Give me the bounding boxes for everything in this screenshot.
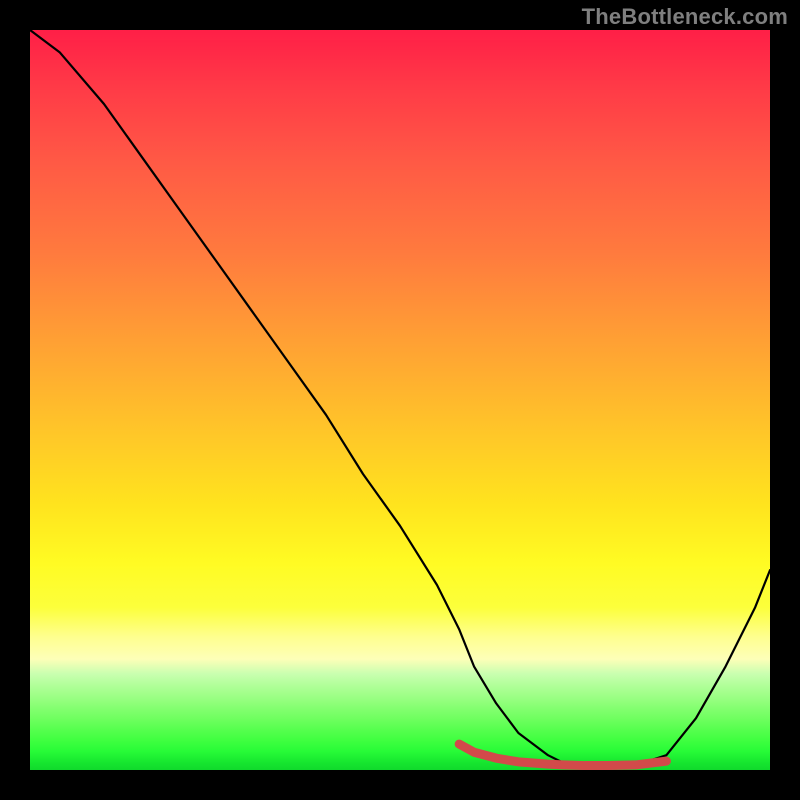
series-main-curve — [30, 30, 770, 766]
watermark-text: TheBottleneck.com — [582, 4, 788, 30]
plot-svg — [30, 30, 770, 770]
chart-frame: TheBottleneck.com — [0, 0, 800, 800]
series-bottom-band — [459, 744, 666, 765]
